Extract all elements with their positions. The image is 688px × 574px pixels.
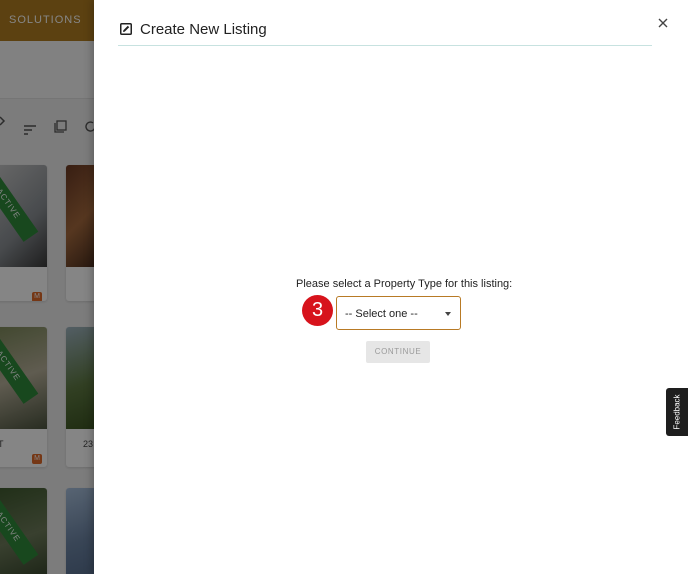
drawer-title: Create New Listing bbox=[140, 21, 267, 38]
drawer-header: Create New Listing bbox=[118, 18, 652, 46]
create-listing-drawer: Create New Listing Please select a Prope… bbox=[94, 0, 688, 574]
feedback-label: Feedback bbox=[672, 394, 682, 430]
property-type-prompt: Please select a Property Type for this l… bbox=[296, 278, 513, 290]
feedback-tab[interactable]: Feedback bbox=[666, 388, 688, 436]
property-type-select[interactable]: -- Select one -- bbox=[336, 296, 461, 330]
close-icon[interactable] bbox=[655, 15, 671, 31]
chevron-down-icon bbox=[445, 312, 451, 316]
edit-icon bbox=[120, 23, 132, 35]
continue-button[interactable]: CONTINUE bbox=[366, 341, 430, 363]
property-type-select-value: -- Select one -- bbox=[345, 308, 418, 320]
step-number-badge: 3 bbox=[302, 295, 333, 326]
screen: SOLUTIONS ACTIVE ®] M bbox=[0, 0, 688, 574]
